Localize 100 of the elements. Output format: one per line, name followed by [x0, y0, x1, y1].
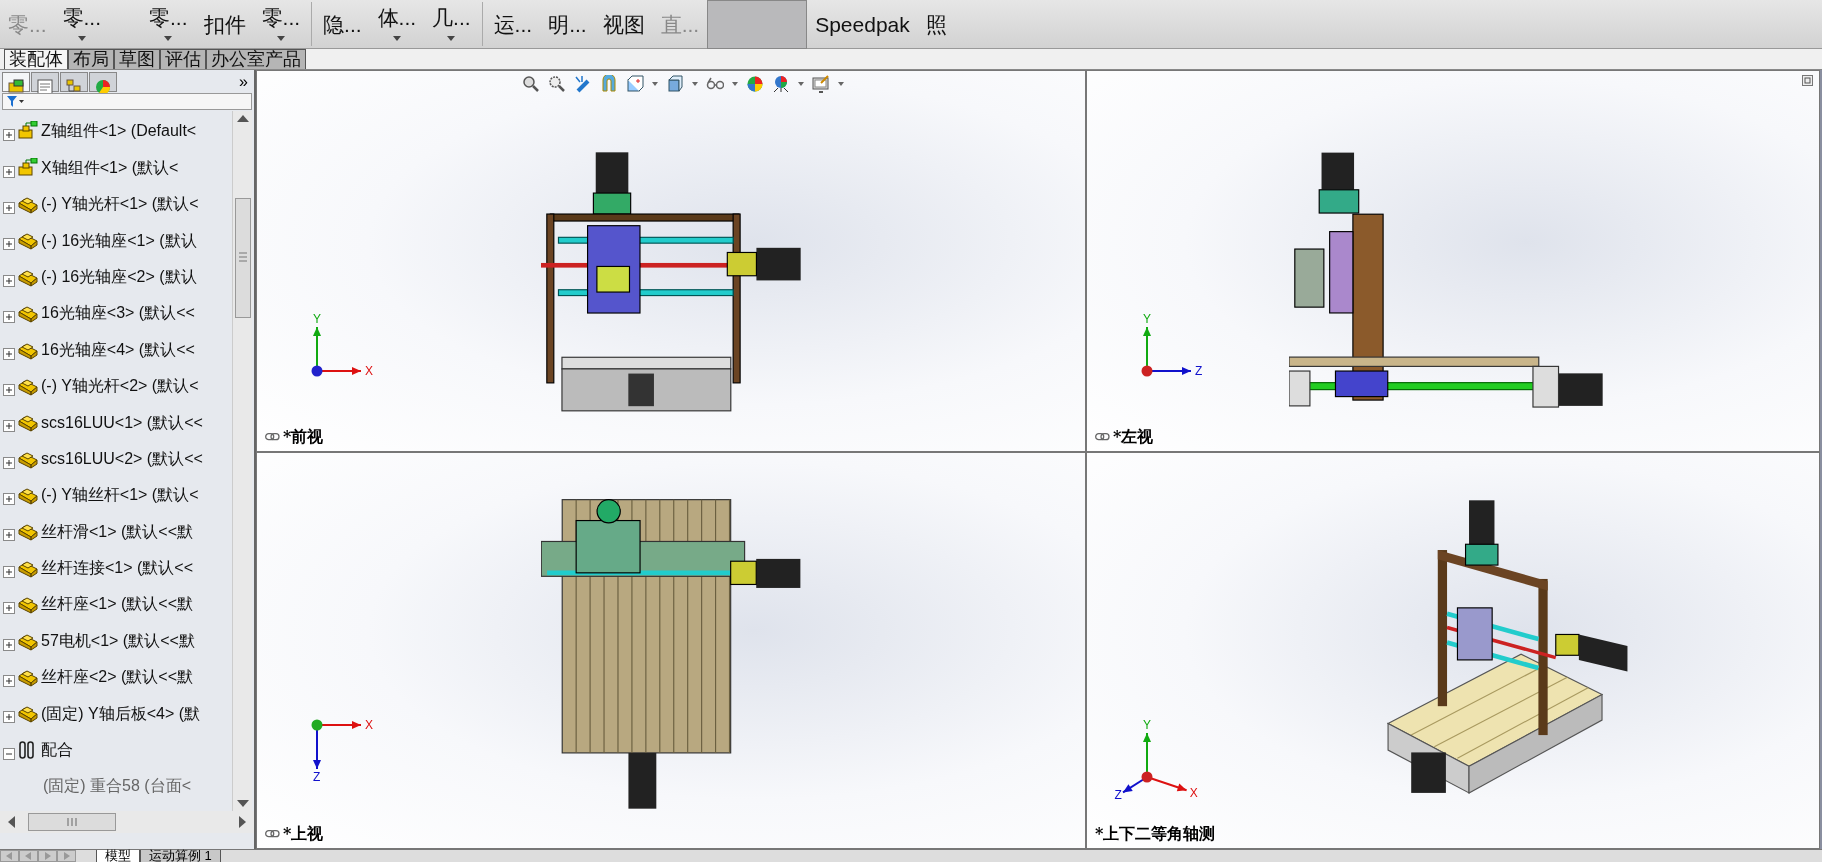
- expand-panel-button[interactable]: »: [235, 72, 252, 92]
- view-label: *上视: [283, 823, 324, 845]
- toolbar-button[interactable]: 零...: [54, 0, 142, 49]
- expand-icon[interactable]: [3, 565, 15, 578]
- toolbar-button[interactable]: 照: [917, 0, 955, 49]
- tab[interactable]: 装配体: [4, 49, 68, 69]
- vertical-scrollbar[interactable]: [232, 111, 252, 811]
- tree-item[interactable]: X轴组件<1> (默认<: [41, 158, 179, 177]
- maximize-icon[interactable]: [1802, 75, 1813, 86]
- tab[interactable]: 办公室产品: [206, 49, 306, 69]
- tab[interactable]: 运动算例 1: [140, 850, 221, 862]
- expand-icon[interactable]: [3, 311, 15, 324]
- toolbar-button[interactable]: 几...: [424, 0, 479, 49]
- tree-item[interactable]: (-) Y轴丝杆<1> (默认<: [41, 486, 199, 504]
- caret-icon[interactable]: [692, 82, 698, 86]
- horizontal-scrollbar[interactable]: [0, 811, 254, 833]
- panel-tab[interactable]: [89, 72, 117, 92]
- tab[interactable]: 草图: [114, 49, 160, 69]
- tree-item[interactable]: (-) 16光轴座<2> (默认: [41, 267, 197, 286]
- filter-field[interactable]: [2, 93, 252, 110]
- expand-icon[interactable]: [3, 274, 15, 287]
- zoom-to-fit-icon[interactable]: [522, 75, 540, 93]
- assembly-icon: [18, 157, 38, 178]
- origin-dot: [311, 365, 323, 377]
- expand-icon[interactable]: [3, 165, 15, 178]
- tree-item[interactable]: (-) Y轴光杆<2> (默认<: [41, 377, 199, 395]
- expand-icon[interactable]: [3, 201, 15, 214]
- origin-dot: [311, 719, 323, 731]
- expand-icon[interactable]: [3, 675, 15, 688]
- axis-label: Y: [1143, 313, 1151, 325]
- caret-icon[interactable]: [798, 82, 804, 86]
- toolbar-button[interactable]: Speedpak: [807, 0, 918, 49]
- tree-item[interactable]: (固定) 重合58 (台面<: [43, 777, 191, 795]
- toolbar-button[interactable]: 隐...: [315, 0, 370, 49]
- scroll-up-icon[interactable]: [236, 115, 249, 122]
- tree-item[interactable]: 丝杆座<1> (默认<<默: [41, 595, 194, 614]
- color-ball-icon[interactable]: [746, 75, 764, 93]
- panel-tab[interactable]: [60, 72, 88, 92]
- tree-item[interactable]: 配合: [41, 741, 73, 759]
- color-wheel-icon: [93, 78, 113, 96]
- tree-item[interactable]: 16光轴座<3> (默认<<: [41, 304, 195, 322]
- collapse-icon[interactable]: [3, 747, 15, 760]
- caret-icon[interactable]: [838, 82, 844, 86]
- tree-item[interactable]: 丝杆座<2> (默认<<默: [41, 668, 194, 686]
- tab[interactable]: 模型: [96, 850, 140, 862]
- expand-icon[interactable]: [3, 493, 15, 506]
- scroll-down-icon[interactable]: [236, 800, 249, 807]
- scroll-thumb[interactable]: [234, 198, 251, 318]
- caret-icon[interactable]: [652, 82, 658, 86]
- view-label: *上下二等角轴测: [1095, 823, 1216, 845]
- axis-label: Y: [313, 313, 321, 325]
- expand-icon[interactable]: [3, 456, 15, 469]
- expand-icon[interactable]: [3, 383, 15, 396]
- tree-item[interactable]: 57电机<1> (默认<<默: [41, 631, 195, 650]
- scroll-left-icon[interactable]: [8, 816, 15, 828]
- origin-dot: [1141, 365, 1153, 377]
- zoom-area-icon[interactable]: [548, 75, 566, 93]
- cube-icon[interactable]: [666, 75, 684, 93]
- property-sheet-icon: [35, 78, 55, 96]
- axis-label: Z: [1195, 365, 1203, 377]
- panel-tab[interactable]: [31, 72, 59, 92]
- view-label: *前视: [283, 426, 324, 448]
- tree-item[interactable]: scs16LUU<1> (默认<<: [41, 413, 203, 432]
- filter-icon[interactable]: [7, 95, 25, 108]
- expand-icon[interactable]: [3, 238, 15, 251]
- tree-item[interactable]: Z轴组件<1> (Default<: [41, 122, 197, 140]
- axis-label: X: [1189, 786, 1198, 799]
- tree-item[interactable]: 16光轴座<4> (默认<<: [41, 340, 195, 359]
- expand-icon[interactable]: [3, 420, 15, 433]
- tab[interactable]: 评估: [160, 49, 206, 69]
- tree-item[interactable]: 丝杆连接<1> (默认<<: [41, 559, 194, 577]
- expand-icon[interactable]: [3, 129, 15, 142]
- scroll-right-icon[interactable]: [239, 816, 246, 828]
- scroll-thumb[interactable]: [28, 813, 116, 831]
- tree-item[interactable]: (固定) Y轴后板<4> (默: [41, 704, 201, 723]
- toolbar-button[interactable]: 明...: [540, 0, 595, 49]
- scene-icon[interactable]: [772, 75, 790, 93]
- monitor-icon[interactable]: [812, 75, 830, 93]
- panel-tab[interactable]: [2, 72, 30, 92]
- expand-icon[interactable]: [3, 602, 15, 615]
- expand-icon[interactable]: [3, 529, 15, 542]
- section-view-icon[interactable]: [600, 75, 618, 93]
- expand-icon[interactable]: [3, 347, 15, 360]
- toolbar-button[interactable]: 运...: [485, 0, 541, 49]
- toolbar-button[interactable]: 扣件: [195, 0, 254, 49]
- cube-icon[interactable]: [626, 75, 644, 93]
- tree-item[interactable]: (-) Y轴光杆<1> (默认<: [41, 195, 199, 213]
- tree-item[interactable]: 丝杆滑<1> (默认<<默: [41, 522, 194, 541]
- tree-item[interactable]: scs16LUU<2> (默认<<: [41, 449, 203, 468]
- tree-item[interactable]: (-) 16光轴座<1> (默认: [41, 231, 197, 250]
- previous-view-icon[interactable]: [574, 75, 592, 93]
- toolbar-button[interactable]: 零...: [141, 0, 196, 49]
- expand-icon[interactable]: [3, 711, 15, 724]
- toolbar-button[interactable]: 视图: [594, 0, 653, 49]
- caret-icon[interactable]: [732, 82, 738, 86]
- toolbar-button[interactable]: 体...: [369, 0, 425, 49]
- axis-label: X: [365, 719, 373, 731]
- expand-icon[interactable]: [3, 638, 15, 651]
- tab[interactable]: 布局: [68, 49, 114, 69]
- toolbar-button[interactable]: 零...: [253, 0, 309, 49]
